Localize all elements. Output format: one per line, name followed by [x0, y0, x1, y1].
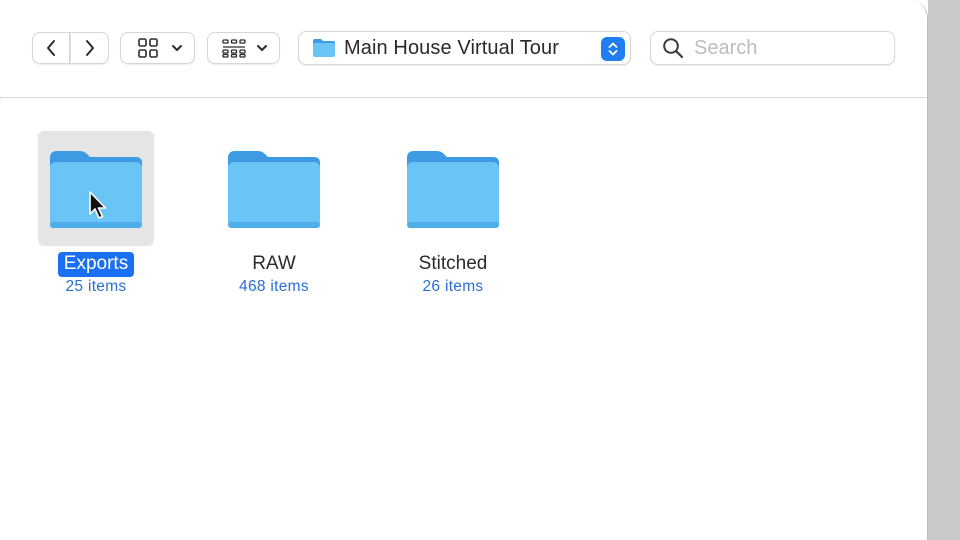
folder-icon-selection[interactable] — [38, 131, 154, 246]
folder-item-count: 468 items — [239, 278, 309, 295]
chevron-down-icon — [257, 45, 267, 51]
group-by-icon — [222, 39, 246, 58]
folder-icon — [407, 150, 499, 228]
path-popup-button[interactable]: Main House Virtual Tour — [298, 31, 631, 65]
search-input[interactable] — [694, 36, 884, 60]
back-button[interactable] — [32, 32, 70, 64]
folder-item-raw[interactable]: RAW 468 items — [199, 99, 349, 295]
chevron-down-icon — [172, 45, 182, 51]
folder-icon — [228, 150, 320, 228]
navigation-group — [32, 32, 109, 64]
folder-icon — [50, 150, 142, 228]
folder-name-wrapper: Stitched — [378, 252, 528, 277]
folder-item-count: 25 items — [65, 278, 127, 295]
path-title: Main House Virtual Tour — [344, 36, 560, 59]
search-field[interactable] — [650, 31, 895, 65]
group-by-button[interactable] — [207, 32, 280, 64]
forward-button[interactable] — [70, 32, 109, 64]
up-down-chevron-icon — [608, 42, 618, 56]
desktop-backdrop — [928, 0, 960, 540]
folder-item-count: 26 items — [422, 278, 484, 295]
chevron-right-icon — [85, 40, 94, 56]
path-stepper[interactable] — [601, 37, 625, 61]
folder-name[interactable]: RAW — [246, 252, 302, 277]
toolbar: Main House Virtual Tour — [0, 0, 927, 98]
folder-icon-container[interactable] — [216, 131, 332, 246]
folder-name[interactable]: Stitched — [413, 252, 494, 277]
screen: Main House Virtual Tour Search Exports 2… — [0, 0, 960, 540]
folder-name-wrapper: RAW — [199, 252, 349, 277]
view-mode-button[interactable] — [120, 32, 195, 64]
search-icon — [663, 38, 684, 59]
folder-item-exports[interactable]: Exports 25 items — [21, 99, 171, 295]
chevron-left-icon — [47, 40, 55, 56]
folder-icon-container[interactable] — [395, 131, 511, 246]
folder-name[interactable]: Exports — [57, 252, 135, 277]
finder-window: Main House Virtual Tour Search Exports 2… — [0, 0, 928, 540]
folder-name-wrapper: Exports — [21, 252, 171, 277]
file-browser-content: Exports 25 items RAW 468 items Stitched … — [0, 99, 927, 540]
folder-icon — [312, 38, 336, 58]
folder-item-stitched[interactable]: Stitched 26 items — [378, 99, 528, 295]
grid-view-icon — [138, 38, 158, 58]
